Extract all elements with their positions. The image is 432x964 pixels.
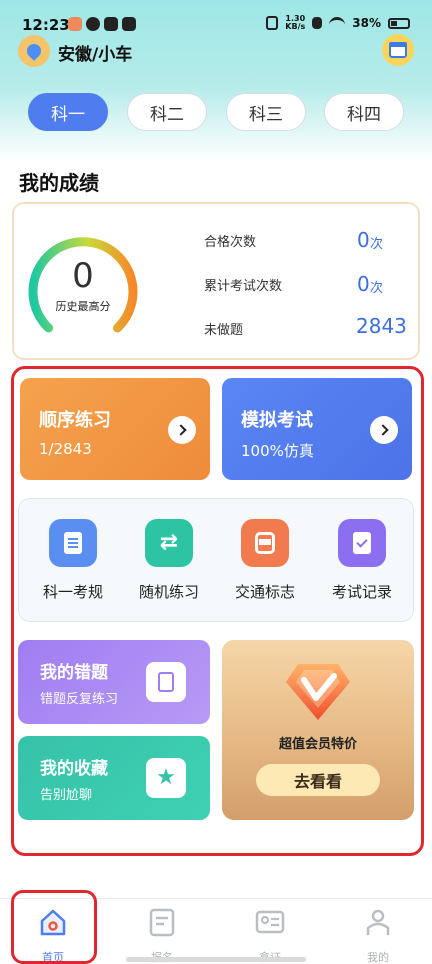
tool-exam-rules[interactable]: 科一考规	[33, 519, 113, 602]
vip-promo-text: 超值会员特价	[278, 737, 357, 752]
tab-subject-3[interactable]: 科三	[226, 93, 306, 131]
tab-subject-2[interactable]: 科二	[127, 93, 207, 131]
stat-unit-pass-count: 次	[370, 237, 384, 252]
my-mistakes-title: 我的错题	[40, 663, 108, 683]
status-bar: 12:23 1.30 KB/s 38%	[0, 0, 432, 34]
nav-item-profile[interactable]: 我的	[343, 907, 413, 964]
license-icon	[255, 910, 285, 934]
chevron-right-icon	[370, 416, 398, 444]
highest-score-label: 历史最高分	[55, 300, 111, 313]
chat-notification-icon	[122, 17, 136, 31]
battery-percent: 38%	[352, 16, 381, 30]
nav-item-register[interactable]: 报名	[127, 907, 197, 964]
tool-label: 考试记录	[331, 583, 392, 601]
tiktok-notification-icon	[104, 17, 118, 31]
status-time: 12:23	[22, 16, 70, 34]
gesture-bar[interactable]	[126, 957, 306, 962]
bus-icon	[241, 519, 289, 567]
section-title-my-scores: 我的成绩	[19, 171, 99, 195]
my-favorites-card[interactable]: 我的收藏 告别尬聊 ★	[18, 736, 210, 820]
wifi-icon	[329, 17, 346, 29]
tool-label: 科一考规	[42, 583, 103, 601]
subject-tabs: 科一 科二 科三 科四	[28, 93, 404, 131]
clipboard-check-icon	[338, 519, 386, 567]
map-pin-icon[interactable]	[18, 35, 50, 67]
stat-value-total-exams: 0	[357, 272, 370, 296]
tool-label: 交通标志	[234, 583, 295, 601]
mock-exam-subtitle: 100%仿真	[241, 442, 314, 460]
stat-value-pass-count: 0	[357, 228, 370, 252]
document-icon	[49, 519, 97, 567]
my-favorites-title: 我的收藏	[40, 759, 108, 779]
nav-item-license[interactable]: 拿证	[235, 907, 305, 964]
stat-label-pass-count: 合格次数	[204, 235, 257, 250]
network-speed: 1.30 KB/s	[285, 14, 306, 31]
sequential-practice-button[interactable]: 顺序练习 1/2843	[20, 378, 210, 480]
register-icon	[149, 908, 175, 937]
score-card[interactable]: 0 历史最高分 合格次数 0 次 累计考试次数 0 次 未做题 2843	[12, 202, 420, 360]
highest-score-value: 0	[72, 256, 94, 296]
mock-exam-title: 模拟考试	[241, 410, 313, 431]
message-notification-icon	[68, 17, 82, 31]
sequential-practice-title: 顺序练习	[39, 410, 111, 431]
tool-random-practice[interactable]: ⇄ 随机练习	[129, 519, 209, 602]
tool-label: 随机练习	[138, 583, 199, 601]
vip-promo-card[interactable]: 超值会员特价 去看看	[222, 640, 414, 820]
profile-icon	[366, 909, 390, 935]
tools-grid: 科一考规 ⇄ 随机练习 交通标志 考试记录	[18, 498, 414, 622]
sequential-practice-progress: 1/2843	[39, 440, 92, 458]
tab-subject-1[interactable]: 科一	[28, 93, 108, 131]
star-icon: ★	[146, 758, 186, 798]
vip-view-button[interactable]: 去看看	[256, 764, 380, 796]
my-mistakes-card[interactable]: 我的错题 错题反复练习	[18, 640, 210, 724]
tab-subject-4[interactable]: 科四	[324, 93, 404, 131]
shuffle-icon: ⇄	[145, 519, 193, 567]
note-icon	[146, 662, 186, 702]
chevron-right-icon	[168, 416, 196, 444]
nav-label: 我的	[367, 951, 389, 964]
calendar-check-icon[interactable]	[382, 34, 414, 66]
sim-icon	[312, 17, 323, 29]
mock-exam-button[interactable]: 模拟考试 100%仿真	[222, 378, 412, 480]
battery-icon	[388, 17, 410, 29]
stat-label-unanswered: 未做题	[204, 323, 244, 338]
stat-value-unanswered: 2843	[356, 314, 407, 338]
status-indicators: 1.30 KB/s 38%	[266, 15, 410, 31]
vibrate-icon	[266, 16, 279, 30]
my-mistakes-subtitle: 错题反复练习	[40, 692, 119, 707]
stat-label-total-exams: 累计考试次数	[204, 279, 283, 294]
highlight-frame-home	[11, 890, 97, 964]
tool-traffic-signs[interactable]: 交通标志	[225, 519, 305, 602]
my-favorites-subtitle: 告别尬聊	[40, 788, 93, 803]
app-notification-icon	[86, 17, 100, 31]
location-selector[interactable]: 安徽/小车	[58, 40, 132, 65]
tool-exam-records[interactable]: 考试记录	[322, 519, 402, 602]
vip-diamond-icon	[286, 664, 350, 720]
stat-unit-total-exams: 次	[370, 281, 384, 296]
